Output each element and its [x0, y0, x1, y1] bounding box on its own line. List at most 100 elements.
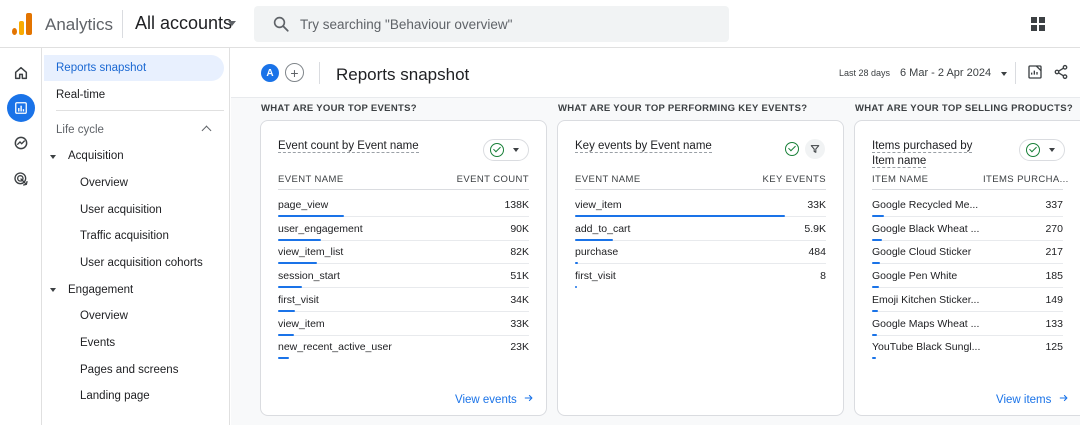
- nav-item-traffic-acquisition[interactable]: Traffic acquisition: [80, 230, 169, 242]
- key-events-card: Key events by Event name EVENT NAME KEY …: [557, 120, 844, 416]
- date-range-label[interactable]: Last 28 days: [839, 68, 890, 78]
- row-name: Google Recycled Me...: [872, 199, 979, 211]
- view-items-label[interactable]: View items: [996, 394, 1051, 406]
- card-title[interactable]: Event count by Event name: [278, 139, 419, 154]
- search-bar[interactable]: [254, 6, 729, 42]
- table-row[interactable]: view_item 33K: [575, 193, 826, 217]
- table-row[interactable]: new_recent_active_user 23K: [278, 335, 529, 360]
- section-title-top-products: WHAT ARE YOUR TOP SELLING PRODUCTS?: [855, 103, 1073, 114]
- table-row[interactable]: view_item_list 82K: [278, 240, 529, 265]
- divider: [319, 62, 320, 84]
- column-header-event-name: EVENT NAME: [575, 174, 641, 185]
- divider: [575, 189, 826, 190]
- row-name: Google Maps Wheat ...: [872, 317, 980, 330]
- column-header-key-events: KEY EVENTS: [762, 174, 826, 185]
- table-row[interactable]: first_visit 8: [575, 264, 826, 289]
- view-items-link[interactable]: View items: [996, 393, 1069, 406]
- row-name: new_recent_active_user: [278, 341, 392, 354]
- row-name: view_item: [575, 199, 622, 211]
- row-value: 138K: [504, 199, 529, 211]
- row-value: 51K: [510, 270, 529, 283]
- table-row[interactable]: first_visit 34K: [278, 288, 529, 312]
- nav-item-pages-and-screens[interactable]: Pages and screens: [80, 364, 178, 376]
- comparison-filter-button[interactable]: [483, 139, 529, 161]
- row-value: 23K: [510, 341, 529, 354]
- expand-arrow-icon[interactable]: [50, 288, 56, 292]
- advertising-icon[interactable]: [7, 165, 35, 193]
- table-row[interactable]: Google Recycled Me... 337: [872, 193, 1063, 217]
- search-input[interactable]: [300, 6, 720, 42]
- table-row[interactable]: Google Black Wheat ... 270: [872, 217, 1063, 241]
- expand-arrow-icon[interactable]: [50, 155, 56, 159]
- row-value: 33K: [510, 317, 529, 330]
- explore-icon[interactable]: [7, 129, 35, 157]
- apps-grid-icon[interactable]: [1031, 17, 1045, 31]
- row-name: page_view: [278, 199, 329, 211]
- caret-down-icon[interactable]: [1001, 72, 1007, 76]
- reports-icon[interactable]: [7, 94, 35, 122]
- home-icon[interactable]: [7, 59, 35, 87]
- table-row[interactable]: Google Pen White 185: [872, 264, 1063, 289]
- comparison-check-button[interactable]: [782, 139, 802, 159]
- nav-section-lifecycle[interactable]: Life cycle: [56, 124, 104, 136]
- table-row[interactable]: Google Cloud Sticker 217: [872, 240, 1063, 265]
- caret-down-icon: [513, 148, 519, 152]
- row-name: Google Pen White: [872, 270, 958, 283]
- section-title-top-events: WHAT ARE YOUR TOP EVENTS?: [261, 103, 417, 114]
- nav-item-realtime[interactable]: Real-time: [56, 89, 105, 101]
- nav-item-user-acquisition-cohorts[interactable]: User acquisition cohorts: [80, 257, 203, 269]
- date-range-value[interactable]: 6 Mar - 2 Apr 2024: [900, 67, 991, 79]
- comparison-avatar[interactable]: A: [261, 64, 279, 82]
- row-name: session_start: [278, 270, 340, 283]
- nav-item-landing-page[interactable]: Landing page: [80, 390, 150, 402]
- search-icon: [273, 16, 289, 32]
- row-name: first_visit: [278, 293, 319, 306]
- row-name: first_visit: [575, 270, 616, 283]
- customize-report-icon[interactable]: [1027, 64, 1043, 80]
- arrow-right-icon: [1059, 394, 1068, 402]
- table-row[interactable]: Google Maps Wheat ... 133: [872, 312, 1063, 336]
- table-row[interactable]: YouTube Black Sungl... 125: [872, 335, 1063, 360]
- value-bar: [278, 357, 290, 360]
- view-events-label[interactable]: View events: [455, 394, 517, 406]
- nav-item-label[interactable]: Reports snapshot: [56, 62, 146, 74]
- caret-down-icon[interactable]: [228, 21, 236, 26]
- divider: [122, 10, 123, 38]
- row-value: 90K: [510, 222, 529, 235]
- row-value: 82K: [510, 246, 529, 259]
- row-name: purchase: [575, 246, 619, 259]
- column-header-event-name: EVENT NAME: [278, 174, 344, 185]
- nav-group-acquisition[interactable]: Acquisition: [68, 150, 124, 162]
- row-value: 484: [808, 246, 826, 259]
- comparison-filter-button[interactable]: [1019, 139, 1065, 161]
- filter-button[interactable]: [805, 139, 825, 159]
- table-row[interactable]: user_engagement 90K: [278, 217, 529, 241]
- row-value: 34K: [510, 293, 529, 306]
- view-events-link[interactable]: View events: [455, 393, 534, 406]
- nav-item-events[interactable]: Events: [80, 337, 115, 349]
- add-comparison-button[interactable]: +: [285, 63, 304, 82]
- nav-item-eng-overview[interactable]: Overview: [80, 310, 128, 322]
- table-row[interactable]: view_item 33K: [278, 312, 529, 336]
- card-title[interactable]: Items purchased by Item name: [872, 139, 992, 169]
- row-value: 217: [1045, 246, 1063, 259]
- table-row[interactable]: Emoji Kitchen Sticker... 149: [872, 288, 1063, 312]
- check-circle-icon: [785, 142, 799, 156]
- account-selector[interactable]: All accounts: [135, 13, 232, 34]
- nav-item-user-acquisition[interactable]: User acquisition: [80, 204, 162, 216]
- table-row[interactable]: session_start 51K: [278, 264, 529, 289]
- row-name: Google Black Wheat ...: [872, 222, 980, 235]
- nav-item-acq-overview[interactable]: Overview: [80, 177, 128, 189]
- row-value: 270: [1045, 222, 1063, 235]
- row-name: Google Cloud Sticker: [872, 246, 972, 259]
- row-name: view_item: [278, 317, 325, 330]
- share-icon[interactable]: [1053, 64, 1069, 80]
- nav-group-engagement[interactable]: Engagement: [68, 284, 133, 296]
- table-row[interactable]: add_to_cart 5.9K: [575, 217, 826, 241]
- analytics-logo-icon[interactable]: [12, 13, 32, 35]
- table-row[interactable]: page_view 138K: [278, 193, 529, 217]
- card-title[interactable]: Key events by Event name: [575, 139, 712, 154]
- table-row[interactable]: purchase 484: [575, 240, 826, 265]
- row-name: user_engagement: [278, 222, 363, 235]
- chevron-up-icon[interactable]: [201, 125, 212, 136]
